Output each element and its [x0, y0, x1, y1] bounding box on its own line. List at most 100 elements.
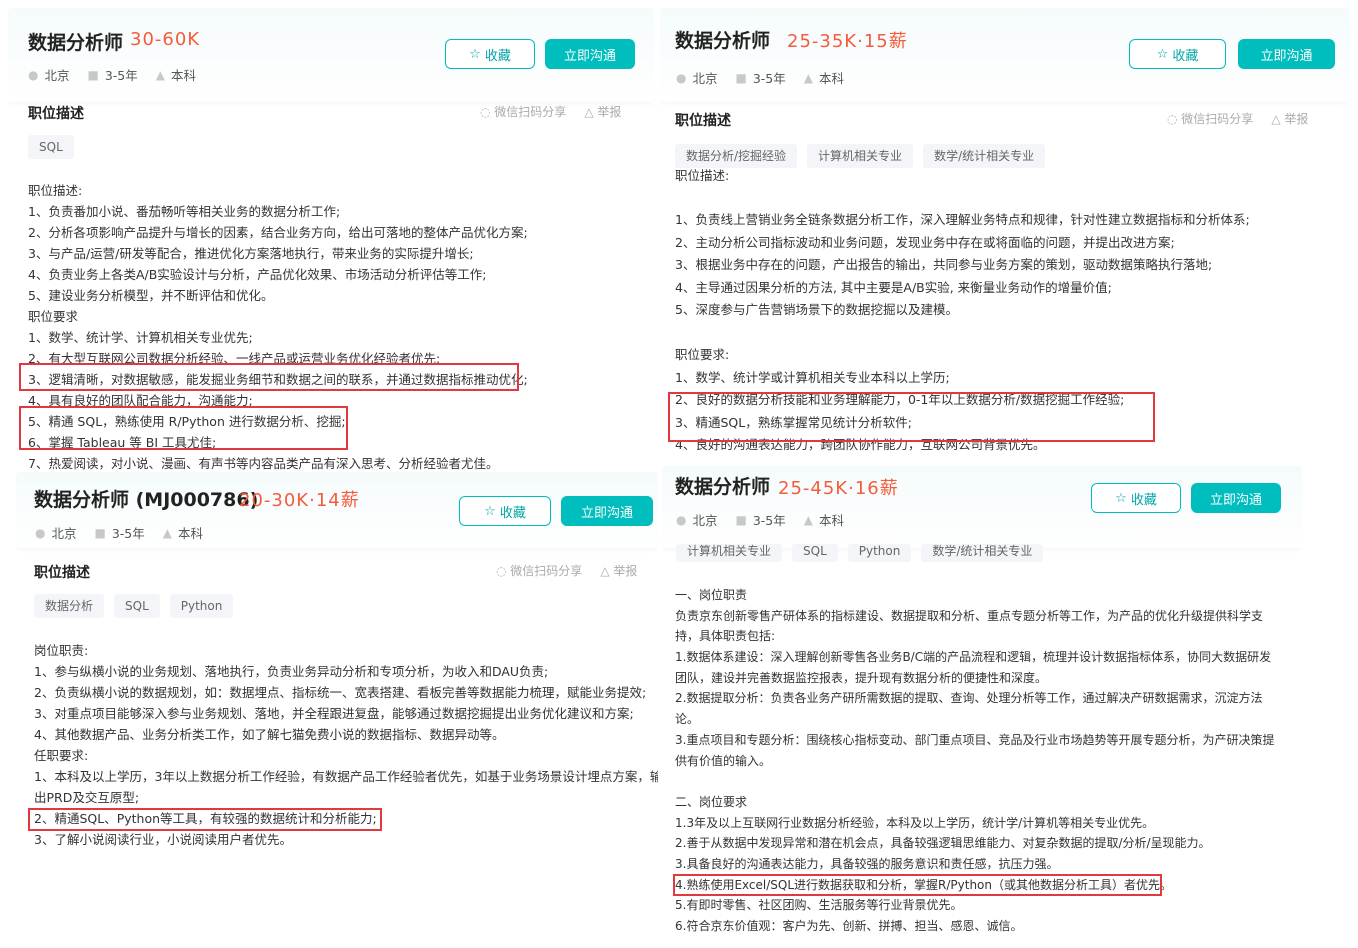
desc-line: 1、数学、统计学或计算机相关专业本科以上学历; [675, 369, 950, 385]
favorite-label: 收藏 [484, 48, 511, 64]
highlight-box [19, 363, 519, 391]
job-meta: ● 北京 ■ 3-5年 ▲ 本科 [676, 68, 844, 87]
desc-line: 二、岗位要求 [675, 794, 748, 809]
share-label: 微信扫码分享 [1181, 112, 1254, 126]
section-title: 职位描述 [28, 106, 84, 122]
desc-line: 5、深度参与广告营销场景下的数据挖掘以及建模。 [675, 302, 958, 317]
desc-line: 5、建设业务分析模型，并不断评估和优化。 [28, 288, 274, 303]
desc-line: 持，具体职责包括: [675, 629, 776, 644]
highlight-box [668, 392, 1155, 442]
tag-list: 数据分析 SQL Python [34, 594, 234, 618]
desc-line: 论。 [675, 712, 700, 727]
tag-item: SQL [792, 544, 838, 562]
desc-line: 3、根据业务中存在的问题，产出报告的输出，共同参与业务方案的策划，驱动数据策略执… [675, 257, 1213, 272]
favorite-label: 收藏 [499, 505, 526, 521]
wechat-share-link[interactable]: ◌ 微信扫码分享 [480, 103, 566, 120]
job-title: 数据分析师 (MJ000786) [34, 489, 259, 511]
chat-now-button[interactable]: 立即沟通 [1238, 39, 1335, 69]
job-panel-3: 数据分析师 (MJ000786) 20-30K·14薪 ● 北京 ■ 3-5年 ▲ 本… [16, 472, 658, 942]
wechat-share-link[interactable]: ◌ 微信扫码分享 [496, 562, 582, 579]
desc-line: 负责京东创新零售产研体系的指标建设、数据提取和分析、重点专题分析等工作，为产品的… [675, 608, 1264, 623]
job-title: 数据分析师 [28, 32, 124, 54]
desc-line: 2.善于从数据中发现异常和潜在机会点，具备较强逻辑思维能力、对复杂数据的提取/分… [675, 836, 1211, 851]
chat-now-button[interactable]: 立即沟通 [561, 496, 653, 526]
chat-now-button[interactable]: 立即沟通 [1191, 483, 1281, 513]
meta-education: 本科 [819, 513, 845, 528]
report-link[interactable]: △ 举报 [584, 103, 621, 120]
report-label: 举报 [1284, 112, 1309, 126]
desc-line: 3、与产品/运营/研发等配合，推进优化方案落地执行，带来业务的实际提升增长; [28, 246, 474, 261]
desc-line: 2.数据提取分析：负责各业务产研所需数据的提取、查询、处理分析等工作，通过解决产… [675, 691, 1263, 706]
desc-line: 出PRD及交互原型; [34, 790, 140, 805]
favorite-button[interactable]: ☆ 收藏 [1091, 483, 1181, 513]
highlight-box [19, 406, 348, 450]
job-salary: 25-35K·15薪 [787, 31, 908, 52]
job-panel-4: 数据分析师 25-45K·16薪 ● 北京 ■ 3-5年 ▲ 本科 ☆ 收藏 立即沟通 … [662, 466, 1302, 944]
desc-line: 岗位职责: [34, 643, 89, 658]
section-title: 职位描述 [675, 113, 731, 129]
desc-line: 1、负责线上营销业务全链条数据分析工作，深入理解业务特点和规律，针对性建立数据指… [675, 212, 1250, 227]
favorite-button[interactable]: ☆ 收藏 [1129, 39, 1226, 69]
tag-item: Python [169, 594, 234, 618]
desc-line: 1、参与纵横小说的业务规划、落地执行，负责业务异动分析和专项分析，为收入和DAU… [34, 664, 549, 679]
chat-now-button[interactable]: 立即沟通 [545, 39, 635, 69]
meta-city: 北京 [44, 68, 70, 83]
location-icon: ● [676, 70, 687, 85]
job-salary: 30-60K [130, 29, 201, 50]
report-link[interactable]: △ 举报 [600, 562, 637, 579]
graduation-cap-icon: ▲ [803, 512, 813, 527]
desc-line: 职位描述: [675, 168, 730, 183]
star-icon: ☆ [1156, 46, 1169, 62]
location-icon: ● [28, 67, 39, 82]
job-meta: ● 北京 ■ 3-5年 ▲ 本科 [676, 510, 844, 529]
job-panel-1: 数据分析师 30-60K ● 北京 ■ 3-5年 ▲ 本科 ☆ 收藏 立即沟通 职位描述… [8, 8, 654, 472]
meta-education: 本科 [178, 526, 204, 541]
location-icon: ● [35, 525, 46, 540]
meta-city: 北京 [51, 526, 77, 541]
desc-line: 4、其他数据产品、业务分析类工作，如了解七猫免费小说的数据指标、数据异动等。 [34, 727, 505, 742]
report-link[interactable]: △ 举报 [1271, 110, 1308, 127]
job-title: 数据分析师 [675, 476, 771, 498]
tag-item: 数学/统计相关专业 [921, 544, 1044, 562]
location-icon: ● [676, 512, 687, 527]
share-bar: ◌ 微信扫码分享 △ 举报 [496, 562, 637, 579]
meta-education: 本科 [819, 71, 845, 86]
favorite-button[interactable]: ☆ 收藏 [459, 496, 551, 526]
tag-item: SQL [114, 594, 160, 618]
desc-line: 任职要求: [34, 748, 89, 763]
tag-item: 数据分析 [34, 594, 105, 618]
desc-line: 供有价值的输入。 [675, 753, 772, 768]
meta-experience: 3-5年 [104, 68, 138, 83]
graduation-cap-icon: ▲ [162, 525, 172, 540]
favorite-label: 收藏 [1172, 48, 1199, 64]
desc-line: 1.3年及以上互联网行业数据分析经验，本科及以上学历，统计学/计算机等相关专业优… [675, 815, 1155, 830]
tag-item: Python [847, 544, 912, 562]
wechat-share-link[interactable]: ◌ 微信扫码分享 [1167, 110, 1253, 127]
job-meta: ● 北京 ■ 3-5年 ▲ 本科 [35, 523, 203, 542]
graduation-cap-icon: ▲ [803, 70, 813, 85]
desc-line: 1、负责番加小说、番茄畅听等相关业务的数据分析工作; [28, 204, 341, 219]
desc-line: 4、主导通过因果分析的方法, 其中主要是A/B实验, 来衡量业务动作的增量价值; [675, 279, 1112, 295]
share-label: 微信扫码分享 [510, 564, 583, 578]
graduation-cap-icon: ▲ [155, 67, 165, 82]
meta-city: 北京 [692, 71, 718, 86]
desc-line: 3.重点项目和专题分析：围绕核心指标变动、部门重点项目、竞品及行业市场趋势等开展… [675, 732, 1275, 747]
desc-line: 7、热爱阅读，对小说、漫画、有声书等内容品类产品有深入思考、分析经验者尤佳。 [28, 456, 499, 471]
meta-city: 北京 [692, 513, 718, 528]
desc-line: 1、本科及以上学历，3年以上数据分析工作经验，有数据产品工作经验者优先，如基于业… [34, 769, 658, 784]
desc-line: 6.符合京东价值观：客户为先、创新、拼搏、担当、感恩、诚信。 [675, 919, 1023, 933]
favorite-button[interactable]: ☆ 收藏 [445, 39, 535, 69]
desc-line: 职位要求: [675, 347, 730, 362]
desc-line [675, 322, 1250, 345]
tag-item: SQL [28, 135, 74, 159]
desc-line: 1、数学、统计学、计算机相关专业优先; [28, 330, 253, 345]
star-icon: ☆ [484, 503, 496, 519]
share-bar: ◌ 微信扫码分享 △ 举报 [1167, 110, 1308, 127]
desc-line: 2、分析各项影响产品提升与增长的因素，结合业务方向，给出可落地的整体产品优化方案… [28, 225, 528, 240]
desc-line: 3、了解小说阅读行业，小说阅读用户者优先。 [34, 832, 292, 847]
briefcase-icon: ■ [87, 67, 99, 82]
tag-list: SQL [28, 135, 74, 159]
job-title: 数据分析师 [675, 30, 771, 52]
favorite-label: 收藏 [1130, 492, 1157, 508]
desc-line: 一、岗位职责 [675, 588, 748, 602]
